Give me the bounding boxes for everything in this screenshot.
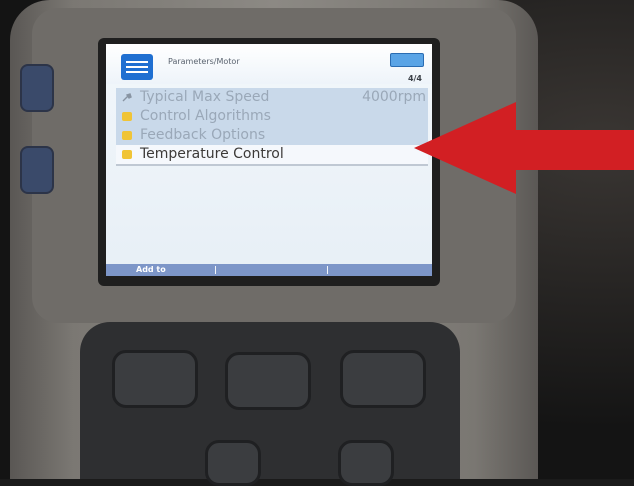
breadcrumb: Parameters/Motor: [168, 57, 240, 66]
softkey-bar: Add to | |: [106, 264, 432, 276]
page-indicator: 4/4: [407, 74, 422, 83]
side-button-bottom[interactable]: [20, 146, 54, 194]
hardware-key-up[interactable]: [205, 440, 261, 486]
softkey-divider: |: [214, 265, 217, 274]
hardware-key-left[interactable]: [112, 350, 198, 408]
folder-icon: [122, 112, 132, 121]
pointer-arrow-icon: [414, 102, 634, 194]
hardware-key-right-lower[interactable]: [338, 440, 394, 486]
title-bar: Parameters/Motor 4/4: [106, 44, 432, 84]
list-item-control-algorithms[interactable]: Control Algorithms: [116, 107, 428, 126]
battery-icon: [390, 53, 424, 67]
folder-icon: [122, 131, 132, 140]
hardware-key-middle[interactable]: [225, 352, 311, 410]
folder-icon: [122, 150, 132, 159]
softkey-add-to[interactable]: Add to: [136, 264, 166, 276]
list-item-typical-max-speed[interactable]: Typical Max Speed 4000rpm: [116, 88, 428, 107]
hardware-key-right[interactable]: [340, 350, 426, 408]
lcd-screen: Parameters/Motor 4/4 Typical Max Speed 4…: [106, 44, 432, 276]
softkey-divider: |: [326, 265, 329, 274]
list-item-label: Typical Max Speed: [140, 89, 270, 105]
side-button-top[interactable]: [20, 64, 54, 112]
list-item-feedback-options[interactable]: Feedback Options: [116, 126, 428, 145]
list-item-label: Temperature Control: [140, 146, 284, 162]
list-item-temperature-control[interactable]: Temperature Control: [116, 145, 428, 166]
parameters-menu-icon: [121, 54, 153, 80]
list-item-label: Feedback Options: [140, 127, 266, 143]
parameter-list: Typical Max Speed 4000rpm Control Algori…: [116, 88, 428, 166]
list-item-label: Control Algorithms: [140, 108, 271, 124]
wrench-icon: [122, 93, 132, 102]
